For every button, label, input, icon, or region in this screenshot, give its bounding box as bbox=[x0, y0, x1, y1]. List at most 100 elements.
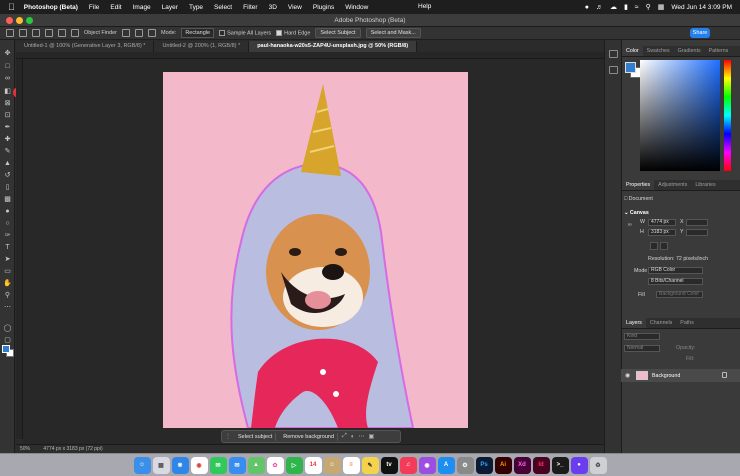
hand-tool-icon[interactable]: ✋ bbox=[3, 280, 12, 287]
document-info[interactable]: 4774 px x 3183 px (72 ppi) bbox=[43, 446, 102, 452]
healing-brush-tool-icon[interactable]: ✚ bbox=[3, 136, 12, 143]
lasso-tool-icon[interactable]: ∞ bbox=[3, 75, 12, 82]
screen-mode-icon[interactable]: ▢ bbox=[3, 337, 12, 344]
facetime-icon[interactable]: ▷ bbox=[285, 456, 303, 474]
type-tool-icon[interactable]: T bbox=[3, 244, 12, 251]
indesign-icon[interactable]: Id bbox=[532, 456, 550, 474]
notes-icon[interactable]: ✎ bbox=[361, 456, 379, 474]
dodge-tool-icon[interactable]: ○ bbox=[3, 220, 12, 227]
path-selection-tool-icon[interactable]: ➤ bbox=[3, 256, 12, 263]
history-brush-tool-icon[interactable]: ↺ bbox=[3, 172, 12, 179]
menu-plugins[interactable]: Plugins bbox=[313, 4, 334, 11]
menu-view[interactable]: View bbox=[288, 4, 302, 11]
new-selection-icon[interactable] bbox=[32, 29, 40, 37]
layer-thumbnail[interactable] bbox=[636, 371, 648, 380]
quick-mask-icon[interactable]: ◯ bbox=[3, 325, 12, 332]
reminders-icon[interactable]: ≡ bbox=[342, 456, 360, 474]
zoom-tool-icon[interactable]: ⚲ bbox=[3, 292, 12, 299]
fill-select[interactable]: Background Color bbox=[656, 291, 703, 298]
frame-tool-icon[interactable]: ⊡ bbox=[3, 112, 12, 119]
link-dimensions-icon[interactable]: ∞ bbox=[628, 222, 632, 228]
shape-tool-icon[interactable]: ▭ bbox=[3, 268, 12, 275]
landscape-orientation-button[interactable] bbox=[660, 242, 668, 250]
sample-all-layers-checkbox[interactable]: Sample All Layers bbox=[219, 29, 271, 36]
pen-tool-icon[interactable]: ✑ bbox=[3, 232, 12, 239]
hard-edge-checkbox[interactable]: Hard Edge bbox=[276, 29, 310, 36]
eyedropper-tool-icon[interactable]: ✒ bbox=[3, 124, 12, 131]
trash-icon[interactable]: ♻ bbox=[589, 456, 607, 474]
move-tool-icon[interactable]: ✥ bbox=[3, 50, 12, 57]
terminal-icon[interactable]: >_ bbox=[551, 456, 569, 474]
tool-preset-icon[interactable] bbox=[19, 29, 27, 37]
tab-adjustments[interactable]: Adjustments bbox=[654, 180, 691, 190]
calendar-icon[interactable]: 14 bbox=[304, 456, 322, 474]
battery-icon[interactable]: ▮ bbox=[624, 3, 628, 11]
menu-type[interactable]: Type bbox=[189, 4, 203, 11]
gradient-tool-icon[interactable]: ▩ bbox=[3, 196, 12, 203]
search-icon[interactable]: ⚲ bbox=[646, 3, 651, 11]
canvas-width-field[interactable]: 4774 px bbox=[648, 219, 676, 226]
cloud-icon[interactable]: ☁ bbox=[610, 3, 617, 11]
layer-visibility-eye-icon[interactable]: ◉ bbox=[625, 372, 630, 379]
tab-libraries[interactable]: Libraries bbox=[691, 180, 719, 190]
system-settings-icon[interactable]: ⚙ bbox=[456, 456, 474, 474]
canvas-height-field[interactable]: 3183 px bbox=[648, 229, 676, 236]
tab-channels[interactable]: Channels bbox=[646, 318, 676, 328]
color-mode-select[interactable]: RGB Color bbox=[648, 267, 703, 274]
menu-app-name[interactable]: Photoshop (Beta) bbox=[24, 4, 78, 11]
transform-icon[interactable]: ⤢ bbox=[342, 433, 347, 440]
menu-image[interactable]: Image bbox=[133, 4, 151, 11]
control-center-icon[interactable]: ▦ bbox=[658, 3, 665, 11]
brush-tool-icon[interactable]: ✎ bbox=[3, 148, 12, 155]
drag-handle-icon[interactable]: ⋮ bbox=[225, 433, 231, 440]
app-store-icon[interactable]: A bbox=[437, 456, 455, 474]
tab-properties[interactable]: Properties bbox=[622, 180, 655, 190]
mail-icon[interactable]: ✉ bbox=[228, 456, 246, 474]
menu-filter[interactable]: Filter bbox=[243, 4, 257, 11]
photoshop-icon[interactable]: Ps bbox=[475, 456, 493, 474]
canvas-section-header[interactable]: ⌄ Canvas bbox=[624, 210, 649, 216]
comments-panel-icon[interactable] bbox=[609, 66, 618, 74]
remove-background-task-button[interactable]: Remove background bbox=[280, 432, 339, 441]
clone-stamp-tool-icon[interactable]: ▲ bbox=[3, 160, 12, 167]
menu-help[interactable]: Help bbox=[418, 3, 431, 10]
tab-color[interactable]: Color bbox=[622, 46, 643, 56]
menu-layer[interactable]: Layer bbox=[162, 4, 178, 11]
history-panel-icon[interactable] bbox=[609, 50, 618, 58]
intersect-selection-icon[interactable] bbox=[71, 29, 79, 37]
checkbox-checked-icon[interactable] bbox=[276, 29, 283, 36]
adjustment-icon[interactable]: ◐ bbox=[351, 434, 355, 440]
finder-icon[interactable]: ☺ bbox=[133, 456, 151, 474]
select-and-mask-button[interactable]: Select and Mask... bbox=[365, 28, 421, 38]
blur-tool-icon[interactable]: ● bbox=[3, 208, 12, 215]
menu-file[interactable]: File bbox=[89, 4, 99, 11]
mode-select[interactable]: Rectangle bbox=[181, 28, 215, 38]
canvas-y-field[interactable] bbox=[686, 229, 708, 236]
contacts-icon[interactable]: ☺ bbox=[323, 456, 341, 474]
music-icon[interactable]: ♫ bbox=[399, 456, 417, 474]
subtract-selection-icon[interactable] bbox=[58, 29, 66, 37]
more-options-icon[interactable]: ⋯ bbox=[358, 433, 364, 440]
checkbox-icon[interactable] bbox=[219, 29, 226, 36]
figma-icon[interactable]: ● bbox=[570, 456, 588, 474]
creative-cloud-icon[interactable]: ● bbox=[585, 4, 589, 11]
home-icon[interactable] bbox=[6, 29, 14, 37]
horizontal-ruler[interactable] bbox=[16, 52, 616, 59]
apple-icon[interactable]:  bbox=[8, 2, 15, 12]
menu-select[interactable]: Select bbox=[214, 4, 232, 11]
more-tools-icon[interactable]: ⋯ bbox=[3, 304, 12, 311]
hue-slider[interactable] bbox=[724, 60, 731, 171]
tab-untitled-1[interactable]: Untitled-1 @ 100% (Generative Layer 3, R… bbox=[16, 41, 155, 52]
photos-icon[interactable]: ✿ bbox=[266, 456, 284, 474]
messages-icon[interactable]: ✉ bbox=[209, 456, 227, 474]
refresh-icon[interactable] bbox=[122, 29, 131, 37]
illustrator-icon[interactable]: Ai bbox=[494, 456, 512, 474]
select-subject-task-button[interactable]: Select subject bbox=[235, 432, 277, 441]
show-objects-icon[interactable] bbox=[135, 29, 144, 37]
layer-name[interactable]: Background bbox=[652, 373, 680, 379]
maps-icon[interactable]: ▲ bbox=[247, 456, 265, 474]
tab-active-document[interactable]: paul-hanaoka-w20s5-ZAP4U-unsplash.jpg @ … bbox=[249, 41, 418, 52]
canvas-x-field[interactable] bbox=[686, 219, 708, 226]
tab-paths[interactable]: Paths bbox=[676, 318, 698, 328]
foreground-color-swatch[interactable] bbox=[2, 345, 10, 353]
